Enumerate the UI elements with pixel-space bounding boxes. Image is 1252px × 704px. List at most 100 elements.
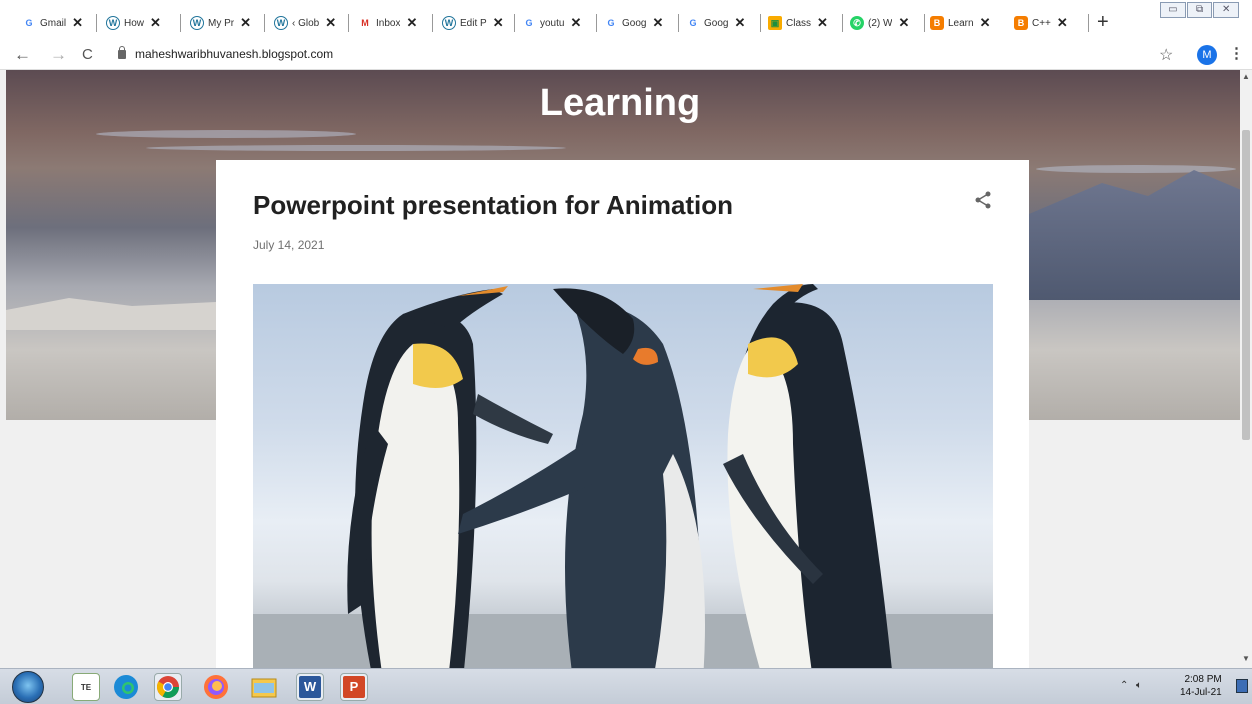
tab-classroom[interactable]: ▣ Class ✕ xyxy=(768,12,838,34)
close-icon[interactable]: ✕ xyxy=(652,15,663,31)
tab-label: Goog xyxy=(622,17,647,29)
show-desktop-button[interactable] xyxy=(1236,679,1248,693)
tab-label: Learn xyxy=(948,17,974,29)
file-explorer-icon[interactable] xyxy=(250,673,278,701)
tab-label: C++ xyxy=(1032,17,1051,29)
tab-label: youtu xyxy=(540,17,565,29)
tab-divider xyxy=(180,14,181,32)
tab-divider xyxy=(596,14,597,32)
post-card: Powerpoint presentation for Animation Ju… xyxy=(216,160,1029,668)
tab-divider xyxy=(760,14,761,32)
lock-icon[interactable] xyxy=(118,46,126,59)
tab-label: Goog xyxy=(704,17,729,29)
close-icon[interactable]: ✕ xyxy=(72,15,83,31)
tab-google-2[interactable]: G Goog ✕ xyxy=(686,12,756,34)
chrome-icon[interactable] xyxy=(154,673,182,701)
close-icon[interactable]: ✕ xyxy=(570,15,581,31)
close-icon[interactable]: ✕ xyxy=(980,15,991,31)
url-field[interactable]: maheshwaribhuvanesh.blogspot.com xyxy=(135,47,333,61)
sand-dune xyxy=(6,298,216,330)
browser-menu-icon[interactable]: ⋮ xyxy=(1229,44,1244,62)
window-controls: ▭ ⧉ ✕ xyxy=(1160,2,1240,20)
cloud-streak xyxy=(146,145,566,151)
tab-strip: G Gmail ✕ W How ✕ W My Pr ✕ W ‹ Glob ✕ M… xyxy=(0,0,1252,40)
profile-avatar[interactable]: M xyxy=(1197,45,1217,65)
close-icon[interactable]: ✕ xyxy=(325,15,336,31)
post-image-penguins[interactable] xyxy=(253,284,993,668)
close-icon[interactable]: ✕ xyxy=(493,15,504,31)
gmail-icon: M xyxy=(361,18,369,28)
tab-youtube[interactable]: G youtu ✕ xyxy=(522,12,592,34)
close-icon[interactable]: ✕ xyxy=(240,15,251,31)
show-hidden-icons-icon[interactable]: ⌃ xyxy=(1120,680,1128,691)
start-button[interactable] xyxy=(12,671,44,703)
wordpress-icon: W xyxy=(190,16,204,30)
edge-icon[interactable] xyxy=(112,673,140,701)
close-window-button[interactable]: ✕ xyxy=(1213,2,1240,18)
restore-button[interactable]: ⧉ xyxy=(1186,2,1213,18)
close-icon[interactable]: ✕ xyxy=(406,15,417,31)
post-title[interactable]: Powerpoint presentation for Animation xyxy=(253,190,733,221)
word-icon[interactable]: W xyxy=(296,673,324,701)
system-clock[interactable]: 2:08 PM 14-Jul-21 xyxy=(1180,673,1222,699)
tally-icon[interactable]: TE xyxy=(72,673,100,701)
clock-time: 2:08 PM xyxy=(1184,674,1222,685)
cloud-streak xyxy=(96,130,356,138)
classroom-icon: ▣ xyxy=(768,16,782,30)
tab-label: Inbox xyxy=(376,17,401,29)
google-icon: G xyxy=(525,18,533,28)
tab-whatsapp[interactable]: ✆ (2) W ✕ xyxy=(850,12,920,34)
whatsapp-icon: ✆ xyxy=(850,16,864,30)
volume-icon[interactable]: 🔈︎ xyxy=(1136,680,1142,691)
web-page: Learning Powerpoint presentation for Ani… xyxy=(0,70,1240,668)
tab-label: Class xyxy=(786,17,812,29)
tab-learning[interactable]: B Learn ✕ xyxy=(930,12,1004,34)
tab-global[interactable]: W ‹ Glob ✕ xyxy=(274,12,344,34)
close-icon[interactable]: ✕ xyxy=(898,15,909,31)
scrollbar-thumb[interactable] xyxy=(1242,130,1250,440)
tab-divider xyxy=(96,14,97,32)
forward-icon[interactable]: → xyxy=(50,45,67,65)
google-icon: G xyxy=(25,18,33,28)
scroll-up-icon[interactable]: ▲ xyxy=(1242,72,1250,81)
tab-gmail[interactable]: G Gmail ✕ xyxy=(22,12,92,34)
wordpress-icon: W xyxy=(442,16,456,30)
tab-how[interactable]: W How ✕ xyxy=(106,12,176,34)
page-scrollbar[interactable]: ▲ ▼ xyxy=(1240,70,1252,668)
tab-google-1[interactable]: G Goog ✕ xyxy=(604,12,674,34)
tab-cpp[interactable]: B C++ ✕ xyxy=(1014,12,1084,34)
google-icon: G xyxy=(689,18,697,28)
bookmark-star-icon[interactable]: ☆ xyxy=(1159,45,1173,65)
tab-label: ‹ Glob xyxy=(292,17,320,29)
powerpoint-icon[interactable]: P xyxy=(340,673,368,701)
new-tab-button[interactable]: + xyxy=(1097,11,1109,34)
tab-divider xyxy=(1088,14,1089,32)
wordpress-icon: W xyxy=(274,16,288,30)
address-bar: ← → C maheshwaribhuvanesh.blogspot.com ☆… xyxy=(0,40,1252,70)
close-icon[interactable]: ✕ xyxy=(150,15,161,31)
tab-divider xyxy=(678,14,679,32)
tab-label: Gmail xyxy=(40,17,67,29)
tab-divider xyxy=(432,14,433,32)
tab-my-profile[interactable]: W My Pr ✕ xyxy=(190,12,260,34)
scroll-down-icon[interactable]: ▼ xyxy=(1242,654,1250,663)
close-icon[interactable]: ✕ xyxy=(817,15,828,31)
share-icon[interactable] xyxy=(973,190,993,210)
close-icon[interactable]: ✕ xyxy=(1057,15,1068,31)
firefox-icon[interactable] xyxy=(202,673,230,701)
tab-divider xyxy=(348,14,349,32)
blogger-icon: B xyxy=(930,16,944,30)
tab-label: My Pr xyxy=(208,17,235,29)
tab-label: Edit P xyxy=(460,17,487,29)
close-icon[interactable]: ✕ xyxy=(734,15,745,31)
back-icon[interactable]: ← xyxy=(14,45,31,65)
tab-divider xyxy=(514,14,515,32)
minimize-button[interactable]: ▭ xyxy=(1160,2,1186,18)
tab-divider xyxy=(264,14,265,32)
tab-edit-post[interactable]: W Edit P ✕ xyxy=(442,12,512,34)
reload-icon[interactable]: C xyxy=(82,46,93,63)
google-icon: G xyxy=(607,18,615,28)
tab-inbox[interactable]: M Inbox ✕ xyxy=(358,12,428,34)
blogger-icon: B xyxy=(1014,16,1028,30)
blog-title[interactable]: Learning xyxy=(0,82,1240,125)
